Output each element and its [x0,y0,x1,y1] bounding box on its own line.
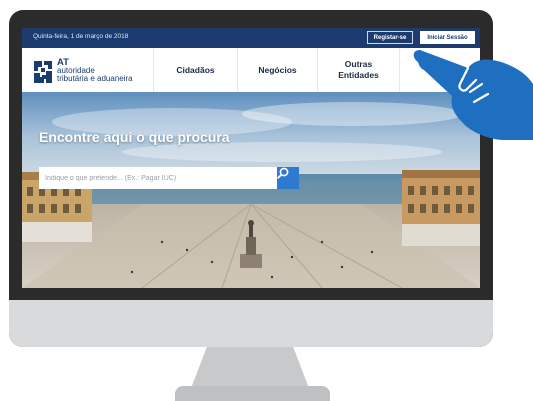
nav-outras-entidades-label: Outras Entidades [338,59,379,80]
current-date: Quinta-feira, 1 de março de 2018 [33,33,129,40]
monitor-stand-base [175,386,330,401]
logo-wordmark[interactable]: AT autoridade tributária e aduaneira [57,58,133,83]
search-icon [277,167,289,179]
pointing-hand-icon [413,50,533,140]
nav-cidadaos[interactable]: Cidadãos [153,48,237,92]
hero-title: Encontre aqui o que procura [39,129,230,145]
search-box [39,167,277,190]
nav-negocios[interactable]: Negócios [237,48,317,92]
register-button[interactable]: Registar-se [367,31,413,44]
nav-outras-entidades[interactable]: Outras Entidades [317,48,399,92]
search-input[interactable] [39,167,277,190]
monitor-stand-neck [190,347,310,391]
monitor-chin [9,300,493,347]
at-logo-icon[interactable] [32,59,54,85]
logo-line-2: tributária e aduaneira [57,74,133,83]
search-button[interactable] [277,167,299,189]
monitor-illustration: Quinta-feira, 1 de março de 2018 Regista… [0,0,533,401]
